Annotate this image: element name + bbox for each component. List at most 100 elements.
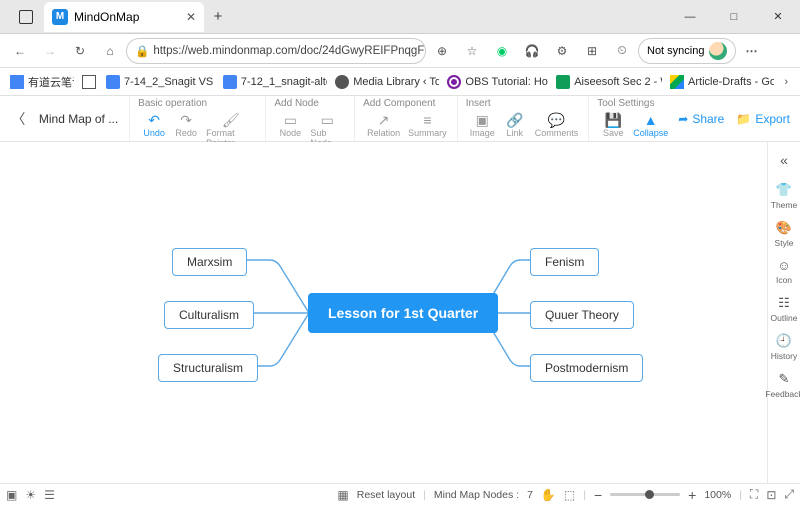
zoom-out-button[interactable]: − [594, 487, 602, 503]
bookmark-label: 7-12_1_snagit-alter... [241, 76, 327, 88]
url-input[interactable]: 🔒 https://web.mindonmap.com/doc/24dGwyRE… [126, 38, 426, 64]
undo-icon: ↶ [148, 112, 160, 128]
collections-icon[interactable]: ⊞ [578, 37, 606, 65]
tabs-overview-button[interactable] [12, 3, 40, 31]
bookmark-item[interactable] [78, 73, 98, 91]
toolbar-group-addnode: Add Node ▭Node ▭Sub Node [265, 96, 354, 141]
comments-button[interactable]: 💬Comments [531, 111, 583, 139]
sync-button[interactable]: Not syncing [638, 38, 736, 64]
node-icon: ▭ [284, 112, 297, 128]
export-icon: 📁 [736, 112, 751, 126]
bookmark-item[interactable]: Aiseesoft Sec 2 - W... [552, 73, 662, 91]
share-icon: ➦ [678, 112, 688, 126]
mindmap-node-right-0[interactable]: Fenism [530, 248, 599, 276]
status-icon-2[interactable]: ☀ [25, 488, 36, 502]
wordpress-icon [335, 75, 349, 89]
toolbar-group-toolsettings: Tool Settings 💾Save ▲Collapse [588, 96, 678, 141]
browser-tab[interactable]: M MindOnMap ✕ [44, 2, 204, 32]
subnode-icon: ▭ [321, 112, 334, 128]
save-button[interactable]: 💾Save [597, 111, 629, 139]
image-icon: ▣ [476, 112, 489, 128]
sheet-icon [556, 75, 570, 89]
mindmap-node-left-1[interactable]: Culturalism [164, 301, 254, 329]
extension-icon-2[interactable]: 🎧 [518, 37, 546, 65]
extensions-icon[interactable]: ⚙ [548, 37, 576, 65]
toolbar-group-label: Tool Settings [597, 98, 672, 111]
extension-icon-1[interactable]: ◉ [488, 37, 516, 65]
bookmark-item[interactable]: Media Library ‹ Top... [331, 73, 439, 91]
avatar-icon [709, 42, 727, 60]
sync-label: Not syncing [647, 45, 704, 57]
window-minimize-button[interactable]: — [668, 0, 712, 34]
reset-layout-icon: ▦ [337, 488, 348, 502]
share-button[interactable]: ➦Share [678, 112, 724, 126]
bookmark-icon [10, 75, 24, 89]
bookmark-overflow-button[interactable]: › [778, 76, 794, 88]
mindmap-node-right-1[interactable]: Quuer Theory [530, 301, 634, 329]
bookmark-label: 7-14_2_Snagit VS S... [124, 76, 215, 88]
clock-icon: 🕘 [776, 333, 792, 349]
obs-icon [447, 75, 461, 89]
hand-icon[interactable]: ✋ [541, 488, 556, 502]
dashboard-icon [82, 75, 96, 89]
tab-close-icon[interactable]: ✕ [186, 10, 196, 24]
zoom-icon[interactable]: ⊕ [428, 37, 456, 65]
nav-refresh-button[interactable]: ↻ [66, 37, 94, 65]
sidebar-style-button[interactable]: 🎨Style [775, 216, 794, 252]
bookmark-item[interactable]: OBS Tutorial: How... [443, 73, 548, 91]
bookmark-item[interactable]: Article-Drafts - Goo... [666, 73, 774, 91]
summary-button[interactable]: ≡Summary [404, 111, 451, 139]
sidebar-feedback-button[interactable]: ✎Feedback [765, 367, 800, 403]
toolbar-group-basic: Basic operation ↶Undo ↷Redo 🖌Format Pain… [129, 96, 265, 141]
feedback-icon: ✎ [779, 371, 790, 387]
smiley-icon: ☺ [777, 258, 790, 273]
status-icon-1[interactable]: ▣ [6, 488, 17, 502]
bookmark-item[interactable]: 有道云笔记 [6, 72, 74, 92]
toolbar-group-label: Basic operation [138, 98, 259, 111]
bookmark-label: OBS Tutorial: How... [465, 76, 548, 88]
menu-button[interactable]: ⋯ [738, 37, 766, 65]
mindmap-node-right-2[interactable]: Postmodernism [530, 354, 643, 382]
collapse-icon: ▲ [644, 112, 658, 128]
mindmap-node-center[interactable]: Lesson for 1st Quarter [308, 293, 498, 333]
zoom-slider[interactable] [610, 493, 680, 496]
favorite-icon[interactable]: ☆ [458, 37, 486, 65]
document-title[interactable]: Mind Map of ... [37, 96, 129, 141]
summary-icon: ≡ [423, 112, 431, 128]
relation-button[interactable]: ↗Relation [363, 111, 404, 139]
link-button[interactable]: 🔗Link [499, 111, 531, 139]
toolbar-group-label: Insert [466, 98, 583, 111]
app-back-button[interactable]: 〈 [0, 96, 37, 141]
performance-icon[interactable]: ⏲ [608, 37, 636, 65]
reset-layout-button[interactable]: Reset layout [357, 489, 415, 501]
export-button[interactable]: 📁Export [736, 112, 790, 126]
center-icon[interactable]: ⊡ [766, 488, 776, 502]
sidebar-outline-button[interactable]: ☷Outline [771, 291, 798, 327]
status-icon-3[interactable]: ☰ [44, 488, 55, 502]
bookmark-item[interactable]: 7-14_2_Snagit VS S... [102, 73, 215, 91]
fullscreen-icon[interactable]: ⤢ [784, 487, 794, 502]
bookmark-item[interactable]: 7-12_1_snagit-alter... [219, 73, 327, 91]
collapse-button[interactable]: ▲Collapse [629, 111, 672, 139]
zoom-in-button[interactable]: + [688, 487, 696, 503]
mindonmap-favicon: M [52, 9, 68, 25]
tab-title: MindOnMap [74, 10, 139, 24]
sidebar-collapse-button[interactable]: « [780, 148, 788, 176]
sidebar-icon-button[interactable]: ☺Icon [776, 254, 792, 289]
sidebar-theme-button[interactable]: 👕Theme [771, 178, 797, 214]
nav-forward-button[interactable]: → [36, 37, 64, 65]
image-button[interactable]: ▣Image [466, 111, 499, 139]
window-close-button[interactable]: ✕ [756, 0, 800, 34]
bookmark-label: Aiseesoft Sec 2 - W... [574, 76, 662, 88]
mindmap-node-left-0[interactable]: Marxsim [172, 248, 247, 276]
nav-back-button[interactable]: ← [6, 37, 34, 65]
canvas[interactable]: Marxsim Culturalism Structuralism Lesson… [0, 142, 768, 483]
cursor-icon[interactable]: ⬚ [564, 488, 575, 502]
mindmap-node-left-2[interactable]: Structuralism [158, 354, 258, 382]
fit-icon[interactable]: ⛶ [750, 487, 758, 502]
new-tab-button[interactable]: + [204, 8, 232, 25]
window-maximize-button[interactable]: □ [712, 0, 756, 34]
nav-home-button[interactable]: ⌂ [96, 37, 124, 65]
main-area: Marxsim Culturalism Structuralism Lesson… [0, 142, 800, 483]
sidebar-history-button[interactable]: 🕘History [771, 329, 797, 365]
